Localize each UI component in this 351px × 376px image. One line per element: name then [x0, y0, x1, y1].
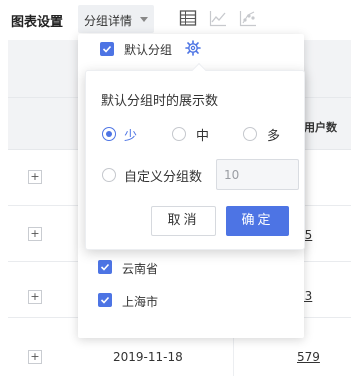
custom-group-count-input[interactable]: 10 — [216, 159, 299, 190]
expand-row-button[interactable]: + — [28, 290, 42, 304]
radio-few-label: 少 — [124, 129, 138, 144]
group-item-checkbox[interactable] — [98, 293, 112, 307]
gear-icon[interactable] — [185, 40, 201, 56]
radio-custom-label: 自定义分组数 — [124, 170, 203, 185]
chevron-down-icon — [140, 17, 148, 22]
radio-medium-label: 中 — [196, 129, 210, 144]
expand-row-button[interactable]: + — [28, 227, 42, 241]
default-group-label: 默认分组 — [124, 43, 173, 57]
row-date: 2019-11-18 — [113, 350, 183, 364]
confirm-button[interactable]: 确定 — [226, 206, 289, 236]
group-item-label: 云南省 — [122, 262, 159, 276]
radio-custom[interactable] — [102, 168, 116, 182]
expand-row-button[interactable]: + — [28, 350, 42, 364]
chart-settings-title: 图表设置 — [11, 15, 64, 30]
row-value-link[interactable]: 579 — [297, 350, 320, 364]
expand-row-button[interactable]: + — [28, 170, 42, 184]
default-group-count-popover: 默认分组时的展示数 少 中 多 自定义分组数 10 取消 确定 — [85, 62, 305, 250]
group-item-checkbox[interactable] — [98, 260, 112, 274]
cancel-button[interactable]: 取消 — [151, 206, 216, 236]
radio-medium[interactable] — [172, 127, 186, 141]
group-item-label: 上海市 — [122, 295, 159, 309]
line-chart-icon[interactable] — [209, 9, 227, 27]
group-detail-select[interactable]: 分组详情 — [78, 5, 154, 33]
default-group-checkbox[interactable] — [100, 42, 114, 56]
radio-many-label: 多 — [267, 129, 281, 144]
radio-many[interactable] — [243, 127, 257, 141]
table-icon[interactable] — [179, 9, 197, 27]
scatter-chart-icon[interactable] — [239, 9, 257, 27]
group-detail-select-label: 分组详情 — [84, 14, 133, 28]
radio-few[interactable] — [102, 127, 116, 141]
popover-title: 默认分组时的展示数 — [101, 94, 219, 109]
